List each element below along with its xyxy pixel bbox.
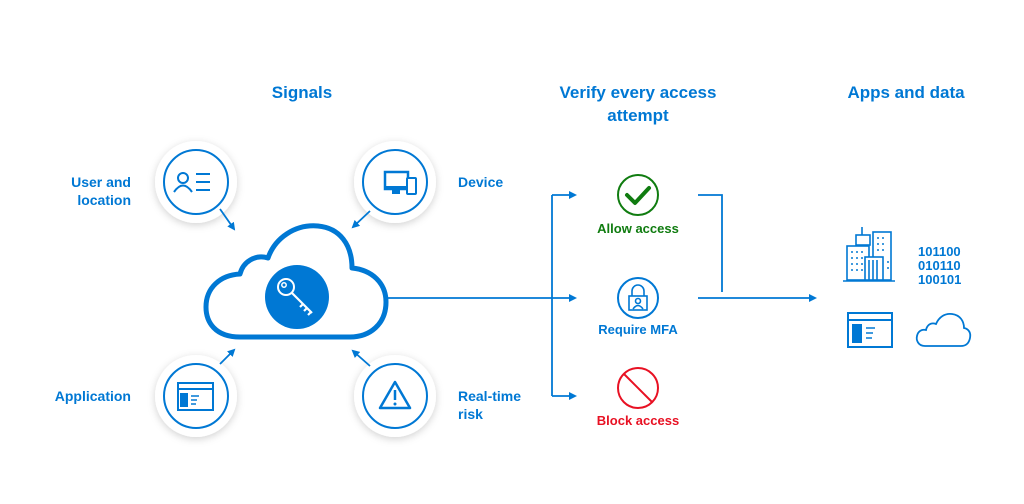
require-mfa-option: Require MFA	[598, 277, 678, 337]
risk-label-1: Real-time	[458, 388, 521, 404]
user-location-label-2: location	[77, 192, 131, 208]
apps-heading: Apps and data	[847, 83, 965, 102]
device-label: Device	[458, 174, 503, 190]
device-signal	[354, 141, 436, 223]
allow-access-option: Allow access	[597, 174, 679, 236]
zero-trust-diagram: Signals Verify every access attempt Apps…	[55, 83, 972, 437]
binary-data: 101100 010110 100101	[918, 244, 961, 287]
application-label: Application	[55, 388, 131, 404]
key-icon	[265, 265, 329, 329]
checkmark-icon	[625, 186, 651, 205]
buildings-icon	[843, 227, 895, 282]
binary-row: 010110	[918, 258, 961, 273]
block-icon	[617, 367, 659, 409]
allow-access-label: Allow access	[597, 221, 679, 236]
risk-signal	[354, 355, 436, 437]
arrow-risk-to-cloud	[351, 349, 371, 367]
user-location-signal	[155, 141, 237, 223]
risk-label-2: risk	[458, 406, 483, 422]
block-access-label: Block access	[597, 413, 679, 428]
arrow-user-to-cloud	[219, 208, 236, 231]
arrow-app-to-cloud	[219, 348, 236, 365]
application-signal	[155, 355, 237, 437]
user-location-label-1: User and	[71, 174, 131, 190]
cloud-outline-icon	[915, 312, 972, 347]
block-access-option: Block access	[597, 367, 679, 428]
verify-heading-line1: Verify every access	[560, 83, 717, 102]
verify-heading-line2: attempt	[607, 106, 669, 125]
binary-row: 101100	[918, 244, 961, 259]
lock-user-icon	[628, 284, 648, 311]
require-mfa-label: Require MFA	[598, 322, 678, 337]
arrow-device-to-cloud	[351, 210, 371, 229]
app-window-icon	[847, 312, 893, 348]
binary-row: 100101	[918, 272, 961, 287]
signals-heading: Signals	[272, 83, 332, 102]
